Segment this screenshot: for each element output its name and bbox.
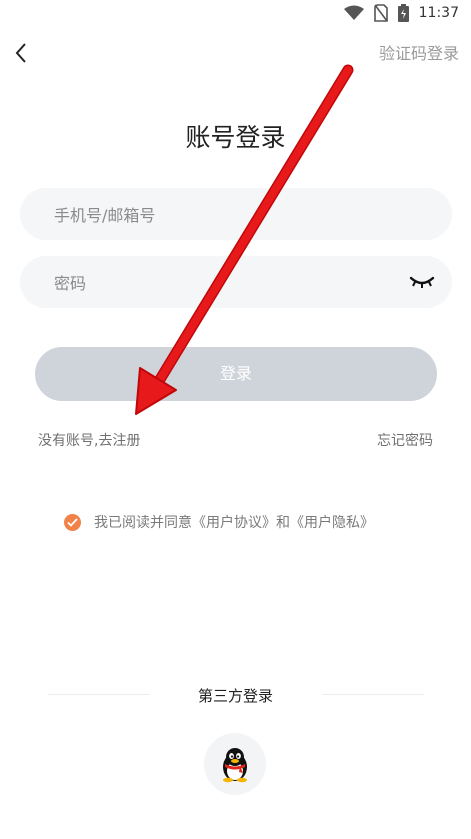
agree-checkbox[interactable] — [64, 513, 81, 531]
status-time: 11:37 — [418, 5, 459, 21]
wifi-icon — [343, 5, 364, 21]
phone-email-input[interactable] — [52, 188, 396, 242]
chevron-left-icon — [15, 43, 26, 63]
sms-login-link[interactable]: 验证码登录 — [379, 40, 459, 64]
password-input[interactable] — [52, 256, 396, 310]
password-field[interactable] — [20, 256, 452, 310]
battery-icon — [397, 4, 409, 22]
status-icons: 11:37 — [343, 4, 459, 22]
agreement-row: 我已阅读并同意《用户协议》和《用户隐私》 — [64, 512, 374, 532]
register-link[interactable]: 没有账号,去注册 — [38, 430, 140, 450]
third-party-label: 第三方登录 — [197, 687, 273, 705]
page-title: 账号登录 — [185, 123, 286, 152]
forgot-password-link[interactable]: 忘记密码 — [377, 430, 433, 450]
login-button[interactable]: 登录 — [35, 347, 437, 401]
top-bar: 验证码登录 — [0, 30, 471, 74]
agreement-text[interactable]: 我已阅读并同意《用户协议》和《用户隐私》 — [94, 512, 374, 532]
qq-login-button[interactable] — [204, 733, 266, 795]
back-button[interactable] — [10, 40, 36, 66]
no-sim-icon — [373, 4, 388, 22]
phone-email-field[interactable] — [20, 188, 452, 242]
qq-penguin-icon — [223, 748, 247, 783]
status-bar: 11:37 — [0, 0, 471, 30]
check-icon — [67, 517, 78, 527]
eye-closed-icon[interactable] — [408, 273, 436, 291]
